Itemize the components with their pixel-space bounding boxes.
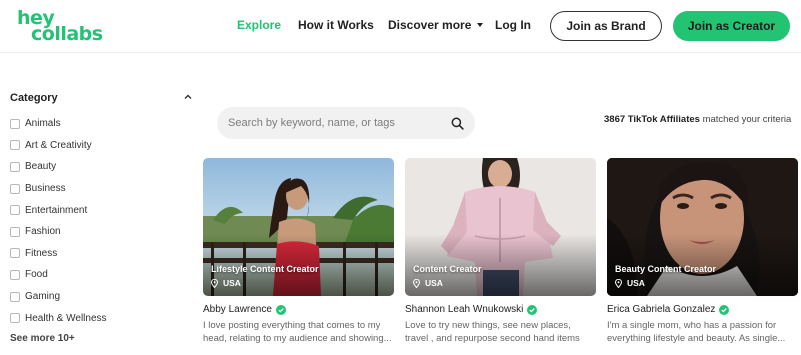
category-item-health-wellness[interactable]: Health & Wellness xyxy=(10,307,107,329)
creator-location-text: USA xyxy=(223,278,241,288)
nav-how-it-works[interactable]: How it Works xyxy=(298,18,374,32)
category-item-art-creativity[interactable]: Art & Creativity xyxy=(10,135,107,157)
category-label: Entertainment xyxy=(25,204,88,216)
category-checkbox[interactable] xyxy=(10,291,20,302)
creator-category-tag: Lifestyle Content Creator xyxy=(211,264,319,274)
creator-card[interactable]: Beauty Content Creator USA Erica Gabriel… xyxy=(607,158,798,355)
creator-photo xyxy=(405,158,596,296)
category-label: Business xyxy=(25,183,66,195)
category-item-business[interactable]: Business xyxy=(10,178,107,200)
creator-location-text: USA xyxy=(627,278,645,288)
category-checkbox[interactable] xyxy=(10,140,20,151)
creator-name-row: Erica Gabriela Gonzalez xyxy=(607,304,730,315)
chevron-down-icon xyxy=(477,22,484,27)
creator-location-text: USA xyxy=(425,278,443,288)
creator-bio: I'm a single mom, who has a passion for … xyxy=(607,320,786,344)
creator-name[interactable]: Shannon Leah Wnukowski xyxy=(405,304,523,315)
creator-photo xyxy=(203,158,394,296)
nav-discover-more[interactable]: Discover more xyxy=(388,18,484,32)
creator-name[interactable]: Erica Gabriela Gonzalez xyxy=(607,304,715,315)
creator-name[interactable]: Abby Lawrence xyxy=(203,304,272,315)
results-count-number: 3867 TikTok Affiliates xyxy=(604,114,700,125)
category-item-animals[interactable]: Animals xyxy=(10,113,107,135)
category-label: Art & Creativity xyxy=(25,139,92,151)
location-pin-icon xyxy=(615,278,622,288)
category-label: Fashion xyxy=(25,226,61,238)
category-checkbox[interactable] xyxy=(10,183,20,194)
creator-card[interactable]: Lifestyle Content Creator USA Abby Lawre… xyxy=(203,158,394,355)
location-pin-icon xyxy=(413,278,420,288)
search-input[interactable] xyxy=(228,107,443,139)
creator-location: USA xyxy=(211,278,241,288)
category-heading: Category xyxy=(10,92,58,104)
creator-category-tag: Content Creator xyxy=(413,264,482,274)
category-label: Animals xyxy=(25,118,61,130)
category-item-fashion[interactable]: Fashion xyxy=(10,221,107,243)
verified-badge-icon xyxy=(275,304,286,315)
creator-name-row: Shannon Leah Wnukowski xyxy=(405,304,538,315)
results-count-suffix: matched your criteria xyxy=(702,114,792,125)
join-as-creator-button[interactable]: Join as Creator xyxy=(673,11,790,41)
category-checkbox[interactable] xyxy=(10,205,20,216)
category-list: Animals Art & Creativity Beauty Business… xyxy=(10,113,107,329)
category-label: Fitness xyxy=(25,247,58,259)
category-checkbox[interactable] xyxy=(10,313,20,324)
category-checkbox[interactable] xyxy=(10,226,20,237)
category-checkbox[interactable] xyxy=(10,118,20,129)
creator-card[interactable]: Content Creator USA Shannon Leah Wnukows… xyxy=(405,158,596,355)
join-as-brand-button[interactable]: Join as Brand xyxy=(550,11,662,41)
category-checkbox[interactable] xyxy=(10,161,20,172)
creator-bio: Love to try new things, see new places, … xyxy=(405,320,580,344)
top-navbar: hey collabs Explore How it Works Discove… xyxy=(0,0,801,53)
creator-bio: I love posting everything that comes to … xyxy=(203,320,392,344)
nav-login[interactable]: Log In xyxy=(495,18,531,32)
verified-badge-icon xyxy=(719,304,730,315)
results-count: 3867 TikTok Affiliates matched your crit… xyxy=(604,114,791,125)
category-label: Gaming xyxy=(25,291,61,303)
logo-text-collabs: collabs xyxy=(31,23,103,45)
see-more-categories-link[interactable]: See more 10+ xyxy=(10,333,75,344)
category-checkbox[interactable] xyxy=(10,248,20,259)
creator-location: USA xyxy=(615,278,645,288)
verified-badge-icon xyxy=(527,304,538,315)
creator-category-tag: Beauty Content Creator xyxy=(615,264,717,274)
category-label: Beauty xyxy=(25,161,57,173)
creator-name-row: Abby Lawrence xyxy=(203,304,286,315)
chevron-up-icon[interactable] xyxy=(184,93,192,101)
category-item-beauty[interactable]: Beauty xyxy=(10,156,107,178)
heycollabs-logo[interactable]: hey collabs xyxy=(16,8,106,44)
location-pin-icon xyxy=(211,278,218,288)
search-icon[interactable] xyxy=(451,117,464,130)
nav-explore[interactable]: Explore xyxy=(237,18,281,32)
category-item-fitness[interactable]: Fitness xyxy=(10,243,107,265)
category-checkbox[interactable] xyxy=(10,269,20,280)
creator-photo xyxy=(607,158,798,296)
search-bar xyxy=(217,107,475,139)
creator-location: USA xyxy=(413,278,443,288)
nav-discover-more-label: Discover more xyxy=(388,18,472,32)
category-item-gaming[interactable]: Gaming xyxy=(10,286,107,308)
category-label: Health & Wellness xyxy=(25,312,107,324)
category-label: Food xyxy=(25,269,48,281)
category-item-food[interactable]: Food xyxy=(10,264,107,286)
category-item-entertainment[interactable]: Entertainment xyxy=(10,199,107,221)
